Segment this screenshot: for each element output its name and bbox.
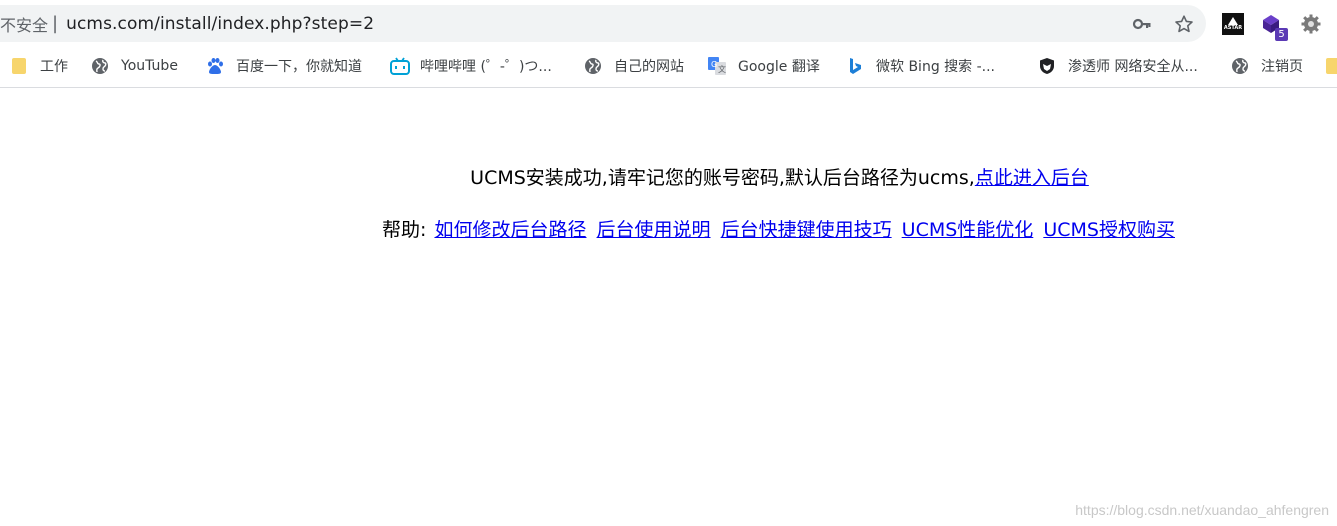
bookmark-folder-overflow[interactable] [1326, 44, 1337, 88]
browser-toolbar: 不安全 | ucms.com/install/index.php?step=2 … [0, 0, 1337, 44]
address-separator: | [52, 13, 59, 34]
bookmark-label: 哔哩哔哩 (゜-゜)つ... [420, 59, 552, 75]
globe-icon [91, 57, 109, 75]
page-content: UCMS安装成功,请牢记您的账号密码,默认后台路径为ucms,点此进入后台 帮助… [0, 89, 1337, 526]
bookmarks-bar: 工作 YouTube 百度一下，你就知道 哔哩哔哩 (゜-゜)つ... 自己的网… [0, 44, 1337, 88]
bookmark-bilibili[interactable]: 哔哩哔哩 (゜-゜)つ... [390, 44, 552, 88]
extension-badge: 5 [1275, 27, 1288, 41]
help-link-change-admin-path[interactable]: 如何修改后台路径 [434, 219, 586, 241]
google-translate-icon: G文 [708, 57, 726, 75]
bilibili-icon [390, 57, 410, 75]
help-label: 帮助: [382, 219, 427, 241]
help-links-row: 帮助: 如何修改后台路径 后台使用说明 后台快捷键使用技巧 UCMS性能优化 U… [0, 215, 1337, 242]
bookmark-work[interactable]: 工作 [12, 44, 68, 88]
bookmark-youtube[interactable]: YouTube [91, 44, 178, 88]
install-success-message: UCMS安装成功,请牢记您的账号密码,默认后台路径为ucms,点此进入后台 [0, 163, 1337, 190]
success-text: UCMS安装成功,请牢记您的账号密码,默认后台路径为ucms, [470, 167, 975, 189]
url-text[interactable]: ucms.com/install/index.php?step=2 [66, 14, 374, 34]
bookmark-label: 渗透师 网络安全从... [1068, 59, 1198, 75]
gear-extension-icon[interactable] [1298, 11, 1324, 37]
help-link-admin-guide[interactable]: 后台使用说明 [597, 219, 711, 241]
folder-icon [1326, 57, 1337, 75]
bookmark-label: Google 翻译 [738, 59, 820, 75]
enter-admin-link[interactable]: 点此进入后台 [975, 167, 1089, 189]
globe-icon [1231, 57, 1249, 75]
watermark-text: https://blog.csdn.net/xuandao_ahfengren [1075, 502, 1329, 518]
bookmark-label: 注销页 [1261, 59, 1303, 75]
bookmark-google-translate[interactable]: G文 Google 翻译 [708, 44, 820, 88]
cube-extension-icon[interactable]: 5 [1258, 11, 1288, 41]
help-link-license-purchase[interactable]: UCMS授权购买 [1043, 219, 1175, 241]
help-link-performance[interactable]: UCMS性能优化 [902, 219, 1034, 241]
bookmark-label: 工作 [40, 59, 68, 75]
bookmark-pentest[interactable]: 渗透师 网络安全从... [1038, 44, 1198, 88]
bookmark-baidu[interactable]: 百度一下，你就知道 [206, 44, 362, 88]
bing-icon [846, 57, 864, 75]
bookmark-label: 自己的网站 [614, 59, 684, 75]
astar-extension-label: ASTAR [1223, 24, 1243, 31]
bookmark-star-icon[interactable] [1174, 14, 1194, 34]
astar-extension-icon[interactable]: ASTAR [1222, 12, 1244, 35]
key-icon[interactable] [1132, 14, 1152, 34]
not-secure-label[interactable]: 不安全 [0, 12, 48, 36]
bookmark-label: 微软 Bing 搜索 -... [876, 59, 996, 75]
shield-icon [1038, 57, 1056, 75]
baidu-paw-icon [206, 57, 224, 75]
help-link-shortcut-tips[interactable]: 后台快捷键使用技巧 [721, 219, 892, 241]
bookmark-logout[interactable]: 注销页 [1231, 44, 1303, 88]
bookmark-own-site[interactable]: 自己的网站 [584, 44, 684, 88]
extensions-area: ASTAR 5 [1214, 5, 1337, 42]
folder-icon [12, 57, 26, 75]
svg-text:文: 文 [718, 64, 726, 74]
globe-icon [584, 57, 602, 75]
svg-text:G: G [711, 60, 717, 69]
bookmark-label: 百度一下，你就知道 [236, 59, 362, 75]
bookmark-label: YouTube [121, 58, 178, 74]
bookmark-bing[interactable]: 微软 Bing 搜索 -... [846, 44, 995, 88]
address-bar[interactable]: 不安全 | ucms.com/install/index.php?step=2 [0, 5, 1206, 42]
